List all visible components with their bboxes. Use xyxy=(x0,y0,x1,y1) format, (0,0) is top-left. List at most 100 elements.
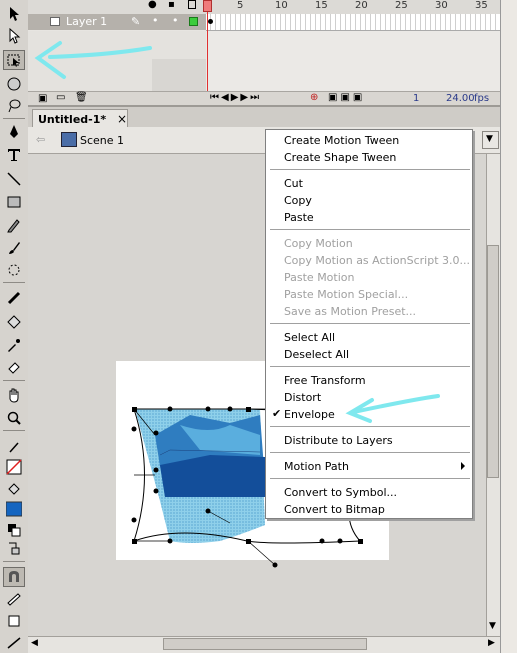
menu-item-free-transform[interactable]: Free Transform xyxy=(267,372,471,389)
line-tool-icon[interactable] xyxy=(3,169,25,189)
pencil-tool-icon[interactable] xyxy=(3,215,25,235)
frame-rate-unit: fps xyxy=(474,93,490,104)
menu-item-paste[interactable]: Paste xyxy=(267,209,471,226)
hand-tool-icon[interactable] xyxy=(3,385,25,405)
menu-separator xyxy=(270,229,470,230)
layer-outline-color[interactable] xyxy=(189,17,198,26)
straighten-icon[interactable] xyxy=(3,611,25,631)
menu-item-paste-motion: Paste Motion xyxy=(284,271,355,284)
context-menu: Create Motion Tween Create Shape Tween C… xyxy=(265,129,473,519)
menu-item-copy[interactable]: Copy xyxy=(267,192,471,209)
frames-empty-area xyxy=(206,31,506,91)
frame-rate[interactable]: 24.00 xyxy=(446,93,475,104)
scroll-right-icon[interactable]: ▶ xyxy=(488,638,495,648)
menu-separator xyxy=(270,169,470,170)
stroke-pencil-icon xyxy=(3,437,25,457)
submenu-arrow-icon xyxy=(461,462,465,470)
back-arrow-icon[interactable]: ⇦ xyxy=(36,133,45,146)
menu-item-convert-to-bitmap[interactable]: Convert to Bitmap xyxy=(267,501,471,518)
menu-item-distribute-to-layers[interactable]: Distribute to Layers xyxy=(267,432,471,449)
menu-item-create-shape-tween[interactable]: Create Shape Tween xyxy=(267,149,471,166)
check-icon: ✔ xyxy=(272,407,282,420)
right-panel-edge xyxy=(500,0,517,653)
menu-item-cut[interactable]: Cut xyxy=(267,175,471,192)
tools-divider xyxy=(3,380,25,381)
pencil-icon: ✎ xyxy=(131,15,141,28)
menu-separator xyxy=(270,323,470,324)
scroll-left-icon[interactable]: ◀ xyxy=(31,638,38,648)
new-layer-icon[interactable]: ▣ xyxy=(38,93,47,104)
text-tool-icon[interactable] xyxy=(3,145,25,165)
frames-row[interactable] xyxy=(206,14,506,31)
menu-item-paste-motion-special: Paste Motion Special... xyxy=(284,288,409,301)
keyframe-icon[interactable] xyxy=(208,19,213,24)
scroll-down-icon[interactable]: ▼ xyxy=(489,621,496,631)
menu-item-motion-path[interactable]: Motion Path xyxy=(267,458,471,475)
document-tab[interactable]: Untitled-1* × xyxy=(32,109,128,129)
snap-to-objects-icon[interactable] xyxy=(3,567,25,587)
vertical-scroll-thumb[interactable] xyxy=(487,245,499,478)
annotation-arrow-icon xyxy=(345,394,440,423)
black-white-icon[interactable] xyxy=(3,520,25,540)
timeline-panel: ● ▪ 5 10 15 20 25 30 35 Layer 1 ✎ • • ▣ … xyxy=(28,0,517,106)
smooth-icon[interactable] xyxy=(3,589,25,609)
selection-tool-icon[interactable] xyxy=(3,4,25,24)
lasso-tool-icon[interactable] xyxy=(3,96,25,116)
fill-bucket-icon xyxy=(3,479,25,499)
rotate-icon[interactable] xyxy=(3,632,25,652)
timeline-status-bar: ▣ ▭ 🗑 ⏮◀▶▶⏭ ⊕ ▣▣▣ 1 24.00 fps xyxy=(28,91,517,106)
bone-tool-icon[interactable] xyxy=(3,288,25,308)
lock-dot-icon[interactable]: • xyxy=(172,14,179,27)
zoom-tool-icon[interactable] xyxy=(3,408,25,428)
eraser-tool-icon[interactable] xyxy=(3,357,25,377)
outline-icon[interactable] xyxy=(188,0,196,9)
menu-item-save-motion-preset: Save as Motion Preset... xyxy=(284,305,417,318)
fill-color-icon[interactable] xyxy=(3,499,25,519)
scene-clapper-icon xyxy=(61,132,77,147)
subselection-tool-icon[interactable] xyxy=(3,26,25,46)
chevron-down-icon: ▼ xyxy=(486,134,493,144)
frame-number: 30 xyxy=(435,0,448,11)
zoom-dropdown-button[interactable]: ▼ xyxy=(482,131,499,149)
timeline-header: ● ▪ 5 10 15 20 25 30 35 xyxy=(28,0,517,15)
new-folder-icon[interactable]: ▭ xyxy=(56,92,65,103)
document-tab-title[interactable]: Untitled-1* xyxy=(38,113,106,126)
swap-colors-icon[interactable] xyxy=(3,538,25,558)
3d-rotation-tool-icon[interactable] xyxy=(3,74,25,94)
menu-item-copy-motion: Copy Motion xyxy=(284,237,353,250)
brush-tool-icon[interactable] xyxy=(3,238,25,258)
layers-empty-area xyxy=(28,31,206,91)
paint-bucket-tool-icon[interactable] xyxy=(3,312,25,332)
lock-icon[interactable]: ▪ xyxy=(168,0,175,10)
playhead-handle[interactable] xyxy=(203,0,212,12)
pen-tool-icon[interactable] xyxy=(3,122,25,142)
rectangle-tool-icon[interactable] xyxy=(3,192,25,212)
menu-item-deselect-all[interactable]: Deselect All xyxy=(267,346,471,363)
free-transform-tool-icon[interactable] xyxy=(3,50,25,70)
tools-divider xyxy=(3,118,25,119)
frame-number: 25 xyxy=(395,0,408,11)
frame-number: 20 xyxy=(355,0,368,11)
menu-item-copy-motion-as: Copy Motion as ActionScript 3.0... xyxy=(284,254,470,267)
frame-number: 5 xyxy=(237,0,244,11)
onion-options-icon[interactable]: ▣▣▣ xyxy=(328,92,365,103)
menu-item-create-motion-tween[interactable]: Create Motion Tween xyxy=(267,132,471,149)
scene-name[interactable]: Scene 1 xyxy=(80,134,124,147)
deco-tool-icon[interactable] xyxy=(3,260,25,280)
menu-item-select-all[interactable]: Select All xyxy=(267,329,471,346)
playback-controls-icon[interactable]: ⏮◀▶▶⏭ xyxy=(210,92,261,103)
horizontal-scroll-thumb[interactable] xyxy=(163,638,367,650)
layer-row[interactable]: Layer 1 ✎ • • xyxy=(28,14,206,30)
visibility-dot-icon[interactable]: • xyxy=(152,14,159,27)
frame-number: 15 xyxy=(315,0,328,11)
close-tab-icon[interactable]: × xyxy=(117,112,127,126)
delete-layer-icon[interactable]: 🗑 xyxy=(75,92,88,103)
layer-name[interactable]: Layer 1 xyxy=(66,15,107,28)
stroke-color-icon[interactable] xyxy=(3,457,25,477)
menu-separator xyxy=(270,478,470,479)
menu-item-convert-to-symbol[interactable]: Convert to Symbol... xyxy=(267,484,471,501)
onion-skin-icon[interactable]: ⊕ xyxy=(310,92,318,103)
eyedropper-tool-icon[interactable] xyxy=(3,335,25,355)
eye-icon[interactable]: ● xyxy=(148,0,157,10)
tools-divider xyxy=(3,561,25,562)
